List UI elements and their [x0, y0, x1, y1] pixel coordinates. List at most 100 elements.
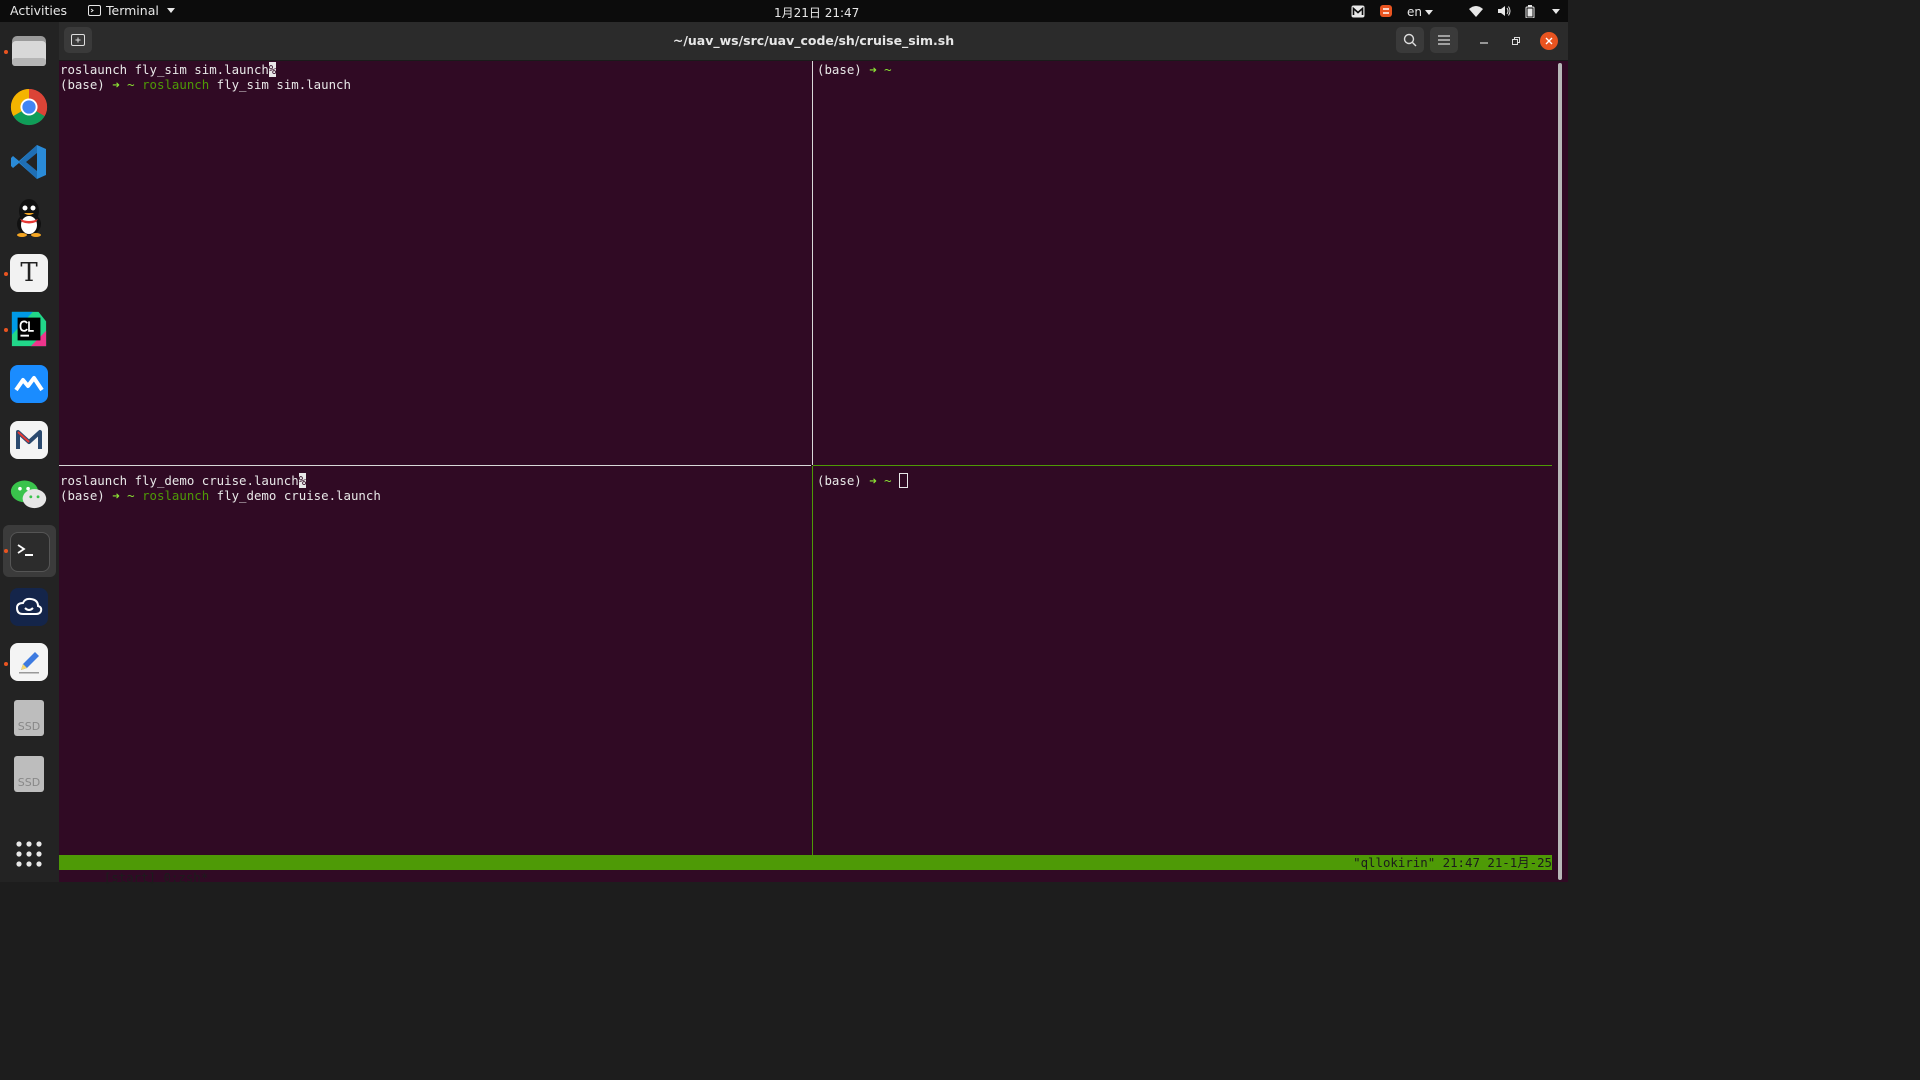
running-indicator [4, 272, 8, 276]
scrollbar[interactable] [1558, 63, 1562, 880]
prompt-arrow: ➜ [869, 62, 877, 77]
dock-qq[interactable] [10, 198, 48, 237]
drive-label: SSD [17, 720, 41, 733]
wifi-icon[interactable] [1469, 5, 1483, 17]
chrome-icon [10, 88, 48, 126]
dock-files[interactable] [10, 32, 48, 70]
cloud-icon [15, 597, 43, 615]
dock: T SSD SSD [0, 22, 59, 882]
output-line: roslaunch fly_demo cruise.launch% [60, 473, 810, 488]
command-args: fly_demo cruise.launch [209, 488, 381, 503]
battery-icon[interactable] [1525, 4, 1535, 18]
language-selector[interactable]: en [1407, 4, 1433, 19]
tmux-pane-top-right[interactable]: (base) ➜ ~ [817, 62, 1552, 464]
menu-button[interactable] [1430, 27, 1458, 53]
tmux-status-right: "qllokirin" 21:47 21-1月-25 [1353, 855, 1552, 870]
app-menu[interactable]: Terminal [88, 3, 175, 18]
output-text: roslaunch fly_demo cruise.launch [60, 473, 299, 488]
pane-divider-vertical-active[interactable] [812, 466, 813, 856]
command-name: roslaunch [142, 488, 210, 503]
terminal-small-icon [88, 5, 101, 16]
pane-divider-horizontal[interactable] [59, 465, 811, 466]
dock-vscode[interactable] [10, 143, 48, 181]
header-bar: ~/uav_ws/src/uav_code/sh/cruise_sim.sh [59, 22, 1568, 61]
volume-icon[interactable] [1497, 5, 1511, 17]
activities-button[interactable]: Activities [10, 3, 67, 18]
feishu-icon [14, 376, 44, 392]
restore-button[interactable] [1508, 33, 1524, 49]
dock-cloud[interactable] [10, 588, 48, 626]
dock-ssd-2[interactable]: SSD [10, 755, 48, 793]
dock-wechat[interactable] [10, 476, 48, 514]
dock-text-editor[interactable] [10, 643, 48, 681]
close-icon [1545, 37, 1553, 45]
running-indicator [4, 549, 8, 553]
folder-icon [12, 36, 46, 66]
prompt-arrow: ➜ [112, 488, 120, 503]
top-bar: Activities Terminal 1月21日 21:47 en [0, 0, 1568, 22]
dock-clion[interactable] [10, 310, 48, 348]
mail-icon [16, 430, 42, 449]
prompt-dir: ~ [119, 77, 143, 92]
minimize-icon [1480, 42, 1488, 44]
app-menu-label: Terminal [106, 3, 159, 18]
dock-chrome[interactable] [10, 88, 48, 126]
text-cursor [899, 473, 909, 488]
tmux-session-window[interactable]: [start] 0:zsh* [104, 870, 208, 885]
terminal-area[interactable]: roslaunch fly_sim sim.launch% (base) ➜ ~… [59, 61, 1568, 885]
system-menu-chevron-icon[interactable] [1552, 8, 1560, 14]
system-tray: en [1351, 2, 1560, 20]
running-indicator [4, 50, 8, 54]
tmux-pane-bottom-right[interactable]: (base) ➜ ~ [817, 473, 1552, 853]
search-icon [1403, 33, 1417, 47]
dock-feishu[interactable] [10, 365, 48, 403]
close-button[interactable] [1540, 32, 1558, 50]
running-indicator [4, 328, 8, 332]
search-button[interactable] [1396, 27, 1424, 53]
prompt-dir: ~ [876, 473, 900, 488]
mail-tray-icon[interactable] [1351, 5, 1365, 18]
prompt-dir: ~ [876, 62, 892, 77]
prompt-line: (base) ➜ ~ roslaunch fly_demo cruise.lau… [60, 488, 810, 503]
dock-terminal[interactable] [10, 532, 50, 572]
drive-label: SSD [17, 776, 41, 789]
command-args: fly_sim sim.launch [209, 77, 351, 92]
dock-mail[interactable] [10, 421, 48, 459]
output-text: roslaunch fly_sim sim.launch [60, 62, 269, 77]
text-editor-icon [19, 652, 39, 674]
dock-typora[interactable]: T [10, 254, 48, 292]
conda-env: (base) [60, 488, 113, 503]
prompt-arrow: ➜ [112, 77, 120, 92]
qq-penguin-icon [17, 199, 41, 237]
typora-icon: T [20, 258, 38, 288]
tmux-pane-top-left[interactable]: roslaunch fly_sim sim.launch% (base) ➜ ~… [60, 62, 810, 464]
language-label: en [1407, 4, 1422, 19]
dock-ssd-1[interactable]: SSD [10, 699, 48, 737]
prompt-line: (base) ➜ ~ [817, 473, 1552, 488]
clock[interactable]: 1月21日 21:47 [774, 4, 859, 21]
minimize-button[interactable] [1476, 33, 1492, 49]
command-name: roslaunch [142, 77, 210, 92]
hamburger-icon [1438, 35, 1450, 45]
terminal-window: ~/uav_ws/src/uav_code/sh/cruise_sim.sh r… [59, 22, 1568, 885]
conda-env: (base) [817, 473, 870, 488]
clion-icon [11, 311, 47, 347]
tmux-status-bar: [start] 0:zsh* "qllokirin" 21:47 21-1月-2… [59, 855, 1552, 885]
eol-mark: % [268, 62, 277, 77]
input-method-icon[interactable] [1379, 4, 1393, 18]
prompt-line: (base) ➜ ~ [817, 62, 1552, 77]
prompt-line: (base) ➜ ~ roslaunch fly_sim sim.launch [60, 77, 810, 92]
tmux-pane-bottom-left[interactable]: roslaunch fly_demo cruise.launch% (base)… [60, 473, 810, 853]
vscode-icon [11, 145, 46, 179]
window-title: ~/uav_ws/src/uav_code/sh/cruise_sim.sh [672, 33, 955, 48]
output-line: roslaunch fly_sim sim.launch% [60, 62, 810, 77]
show-applications-button[interactable] [10, 835, 48, 873]
running-indicator [4, 662, 8, 666]
restore-icon [1512, 37, 1520, 45]
prompt-dir: ~ [119, 488, 143, 503]
pane-divider-vertical[interactable] [812, 61, 813, 465]
pane-divider-horizontal-active[interactable] [813, 465, 1552, 466]
prompt-arrow: ➜ [869, 473, 877, 488]
drive-icon: SSD [14, 756, 44, 792]
eol-mark: % [298, 473, 307, 488]
